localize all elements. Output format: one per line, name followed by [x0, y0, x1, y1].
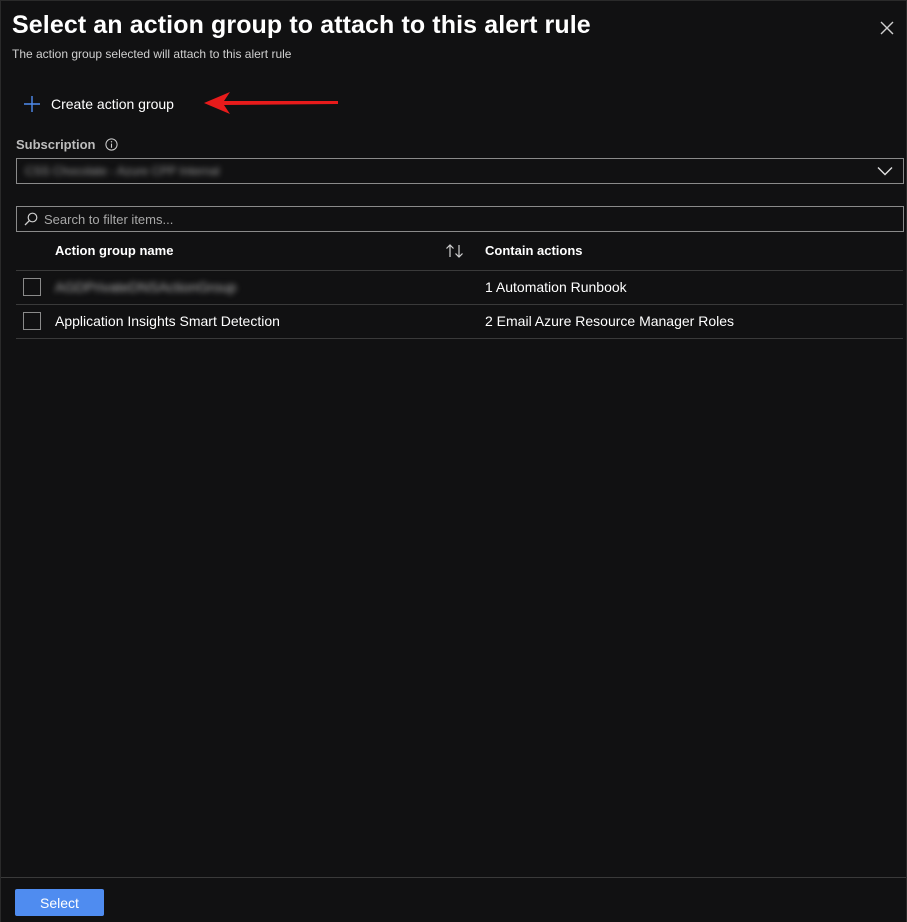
action-group-name: AGDPrivateDNSActionGroup: [55, 279, 237, 295]
info-icon[interactable]: [105, 138, 119, 151]
red-arrow-annotation: [204, 92, 338, 114]
table-row[interactable]: Application Insights Smart Detection 2 E…: [16, 305, 903, 339]
subscription-value: CSS Chocolate - Azure CPP Internal: [25, 164, 220, 178]
plus-icon: [24, 96, 40, 112]
action-group-name: Application Insights Smart Detection: [55, 313, 280, 329]
create-action-group-button[interactable]: Create action group: [23, 93, 174, 115]
contain-actions: 1 Automation Runbook: [485, 279, 627, 295]
panel-title: Select an action group to attach to this…: [12, 11, 591, 39]
sort-icon[interactable]: [445, 243, 465, 262]
subscription-label: Subscription: [16, 137, 96, 152]
contain-actions: 2 Email Azure Resource Manager Roles: [485, 313, 735, 329]
close-icon: [880, 21, 894, 35]
table-header: Action group name Contain actions: [16, 234, 903, 271]
row-checkbox[interactable]: [23, 278, 41, 296]
column-header-actions[interactable]: Contain actions: [485, 243, 583, 258]
close-button[interactable]: [876, 17, 898, 39]
table-row[interactable]: AGDPrivateDNSActionGroup 1 Automation Ru…: [16, 271, 903, 305]
create-action-group-label: Create action group: [51, 96, 174, 112]
panel-subtitle: The action group selected will attach to…: [12, 47, 292, 61]
search-input[interactable]: [42, 210, 886, 228]
column-header-name[interactable]: Action group name: [55, 243, 173, 258]
subscription-label-row: Subscription: [16, 137, 119, 152]
footer-bar: Select: [1, 877, 906, 922]
select-button[interactable]: Select: [15, 889, 104, 916]
action-group-panel: Select an action group to attach to this…: [0, 0, 907, 922]
chevron-down-icon: [877, 167, 893, 176]
search-icon: [24, 212, 38, 226]
row-checkbox[interactable]: [23, 312, 41, 330]
filter-search-box[interactable]: [16, 206, 904, 232]
subscription-dropdown[interactable]: CSS Chocolate - Azure CPP Internal: [16, 158, 904, 184]
